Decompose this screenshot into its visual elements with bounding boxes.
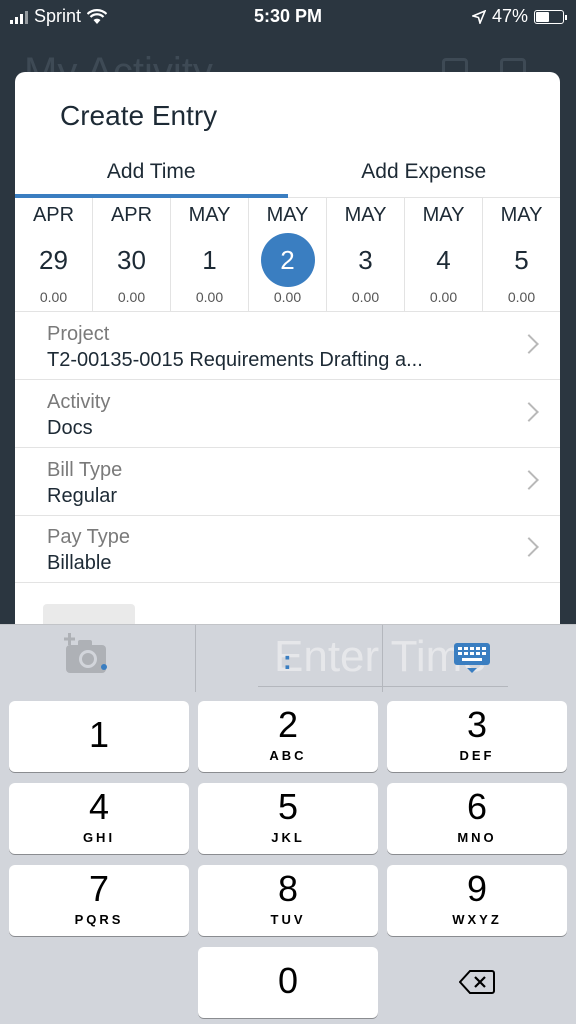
- day-number: 30: [117, 245, 146, 275]
- day-picker: APR 29 0.00 APR 30 0.00 MAY 1 0.00 MAY 2…: [15, 198, 560, 312]
- delete-button[interactable]: [387, 947, 567, 1018]
- chevron-right-icon: [519, 537, 539, 557]
- key-7[interactable]: 7 PQRS: [9, 865, 189, 936]
- project-field[interactable]: Project T2-00135-0015 Requirements Draft…: [15, 313, 560, 380]
- day-cell[interactable]: APR 29 0.00: [15, 198, 93, 311]
- key-digit: 4: [88, 786, 110, 827]
- keyboard-toggle-icon[interactable]: [452, 641, 492, 675]
- key-6[interactable]: 6 MNO: [387, 783, 567, 854]
- day-number: 1: [202, 245, 217, 275]
- modal-title: Create Entry: [60, 100, 218, 131]
- location-arrow-icon: [471, 9, 486, 24]
- backspace-icon: [459, 970, 495, 994]
- key-digit: 3: [466, 704, 488, 745]
- day-number: 4: [436, 245, 451, 275]
- key-digit: 0: [277, 960, 299, 1001]
- day-number: 5: [514, 245, 529, 275]
- day-number: 29: [39, 245, 68, 275]
- key-8[interactable]: 8 TUV: [198, 865, 378, 936]
- field-label: Project: [47, 323, 110, 345]
- key-letters: WXYZ: [452, 912, 502, 927]
- status-bar: Sprint 5:30 PM 47%: [0, 0, 576, 34]
- field-value: Regular: [47, 485, 118, 507]
- day-hours: 0.00: [273, 289, 302, 305]
- key-digit: 1: [88, 714, 110, 755]
- accessory-divider: [195, 625, 196, 693]
- day-hours: 0.00: [351, 289, 380, 305]
- day-cell[interactable]: MAY 4 0.00: [405, 198, 483, 311]
- battery-level: [536, 11, 550, 22]
- chevron-right-icon: [519, 470, 539, 490]
- day-month: MAY: [422, 204, 465, 226]
- day-month: MAY: [266, 204, 309, 226]
- key-letters: MNO: [457, 830, 497, 845]
- field-label: Pay Type: [47, 526, 131, 548]
- add-photo-camera-icon[interactable]: [64, 633, 112, 677]
- day-hours: 0.00: [117, 289, 146, 305]
- field-value: Billable: [47, 552, 112, 574]
- key-0[interactable]: 0: [198, 947, 378, 1018]
- day-cell-selected[interactable]: MAY 2 0.00: [249, 198, 327, 311]
- key-digit: 6: [466, 786, 488, 827]
- key-letters: PQRS: [74, 912, 124, 927]
- day-month: APR: [110, 204, 153, 226]
- numeric-keypad: 1 2 ABC 3 DEF 4 GHI 5 JKL 6 MNO 7 PQRS 8…: [0, 692, 576, 1024]
- field-label: Bill Type: [47, 459, 123, 481]
- key-letters: DEF: [459, 748, 495, 763]
- chevron-right-icon: [519, 402, 539, 422]
- keyboard-accessory-bar: :: [0, 624, 576, 693]
- key-2[interactable]: 2 ABC: [198, 701, 378, 772]
- key-digit: 8: [277, 868, 299, 909]
- day-month: MAY: [500, 204, 543, 226]
- key-letters: ABC: [269, 748, 307, 763]
- key-digit: 2: [277, 704, 299, 745]
- key-3[interactable]: 3 DEF: [387, 701, 567, 772]
- day-month: MAY: [344, 204, 387, 226]
- key-9[interactable]: 9 WXYZ: [387, 865, 567, 936]
- tab-add-time[interactable]: Add Time: [15, 156, 288, 198]
- key-digit: 5: [277, 786, 299, 827]
- field-label: Activity: [47, 391, 111, 413]
- day-cell[interactable]: MAY 5 0.00: [483, 198, 560, 311]
- battery-group: 47%: [471, 6, 567, 27]
- field-value: Docs: [47, 417, 93, 439]
- create-entry-modal: Create Entry Add Time Add Expense APR 29…: [15, 72, 560, 632]
- pay-type-field[interactable]: Pay Type Billable: [15, 516, 560, 583]
- key-digit: 7: [88, 868, 110, 909]
- key-letters: TUV: [270, 912, 306, 927]
- day-hours: 0.00: [429, 289, 458, 305]
- chevron-right-icon: [519, 334, 539, 354]
- field-value: T2-00135-0015 Requirements Drafting a...: [47, 349, 423, 371]
- day-hours: 0.00: [195, 289, 224, 305]
- key-5[interactable]: 5 JKL: [198, 783, 378, 854]
- key-4[interactable]: 4 GHI: [9, 783, 189, 854]
- tab-add-expense[interactable]: Add Expense: [288, 156, 561, 197]
- day-cell[interactable]: APR 30 0.00: [93, 198, 171, 311]
- key-letters: GHI: [82, 830, 116, 845]
- accessory-divider: [382, 625, 383, 693]
- key-letters: JKL: [271, 830, 305, 845]
- time-colon: :: [283, 645, 292, 675]
- day-hours: 0.00: [39, 289, 68, 305]
- battery-percent: 47%: [491, 6, 528, 26]
- day-cell[interactable]: MAY 3 0.00: [327, 198, 405, 311]
- day-hours: 0.00: [507, 289, 536, 305]
- day-month: APR: [32, 204, 75, 226]
- day-number: 2: [260, 233, 315, 287]
- entry-tabs: Add Time Add Expense: [15, 156, 560, 198]
- activity-field[interactable]: Activity Docs: [15, 381, 560, 448]
- battery-icon: [534, 9, 567, 24]
- day-cell[interactable]: MAY 1 0.00: [171, 198, 249, 311]
- key-digit: 9: [466, 868, 488, 909]
- bill-type-field[interactable]: Bill Type Regular: [15, 449, 560, 516]
- day-month: MAY: [188, 204, 231, 226]
- key-1[interactable]: 1: [9, 701, 189, 772]
- day-number: 3: [358, 245, 373, 275]
